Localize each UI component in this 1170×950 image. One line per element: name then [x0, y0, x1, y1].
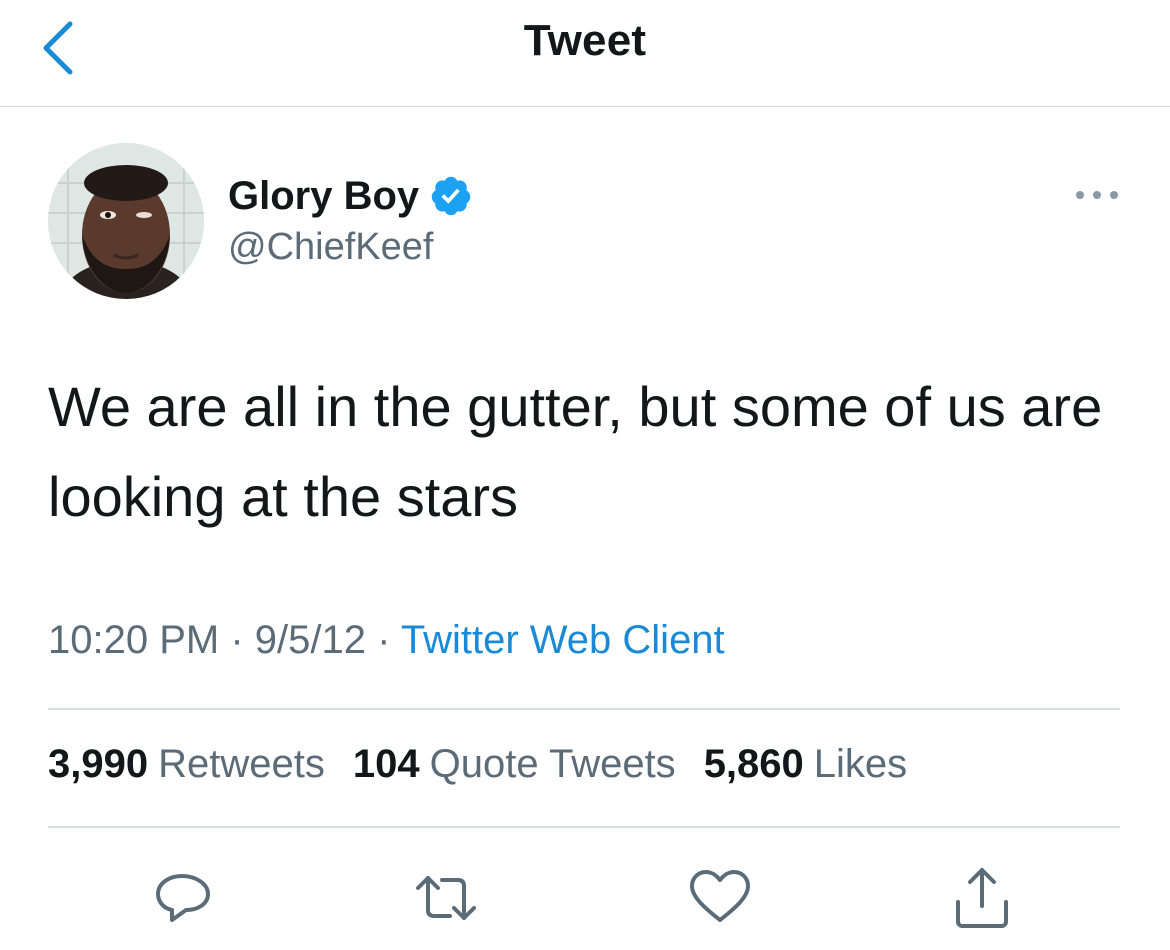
author-handle[interactable]: @ChiefKeef	[228, 226, 433, 269]
verified-badge-icon	[431, 176, 471, 216]
quote-tweets-stat[interactable]: 104 Quote Tweets	[353, 742, 676, 787]
retweet-button[interactable]	[414, 866, 478, 930]
share-button[interactable]	[950, 866, 1014, 930]
likes-label: Likes	[813, 742, 908, 786]
more-options-button[interactable]	[1072, 180, 1122, 210]
divider	[48, 708, 1120, 710]
tweet-text: We are all in the gutter, but some of us…	[48, 375, 1103, 528]
tweet-stats: 3,990 Retweets 104 Quote Tweets 5,860 Likes	[48, 742, 935, 787]
page-title: Tweet	[523, 16, 647, 65]
author-name-row[interactable]: Glory Boy	[228, 172, 473, 220]
share-icon	[956, 868, 1008, 928]
likes-count: 5,860	[703, 742, 804, 786]
author-name: Glory Boy	[228, 173, 420, 218]
retweets-label: Retweets	[158, 742, 325, 786]
like-button[interactable]	[688, 866, 752, 930]
like-icon	[690, 870, 750, 922]
reply-icon	[156, 874, 210, 922]
meta-separator: ·	[377, 618, 391, 662]
quote-tweets-count: 104	[352, 742, 420, 786]
retweet-icon	[416, 876, 476, 920]
tweet-date: 9/5/12	[254, 618, 367, 662]
reply-button[interactable]	[152, 866, 216, 930]
navigation-header: Tweet	[0, 0, 1170, 107]
divider	[48, 826, 1120, 828]
tweet-meta: 10:20 PM · 9/5/12 · Twitter Web Client	[48, 618, 725, 663]
avatar[interactable]	[48, 143, 204, 299]
likes-stat[interactable]: 5,860 Likes	[704, 742, 908, 787]
tweet-time: 10:20 PM	[48, 618, 220, 662]
retweets-count: 3,990	[48, 742, 149, 786]
meta-separator: ·	[230, 618, 244, 662]
quote-tweets-label: Quote Tweets	[429, 742, 676, 786]
avatar-photo	[48, 143, 204, 299]
tweet-source-link[interactable]: Twitter Web Client	[401, 618, 725, 662]
more-icon	[1076, 191, 1118, 199]
tweet-detail-screen: Tweet Glory Boy @ChiefKeef We are all in…	[0, 0, 1170, 950]
retweets-stat[interactable]: 3,990 Retweets	[48, 742, 325, 787]
